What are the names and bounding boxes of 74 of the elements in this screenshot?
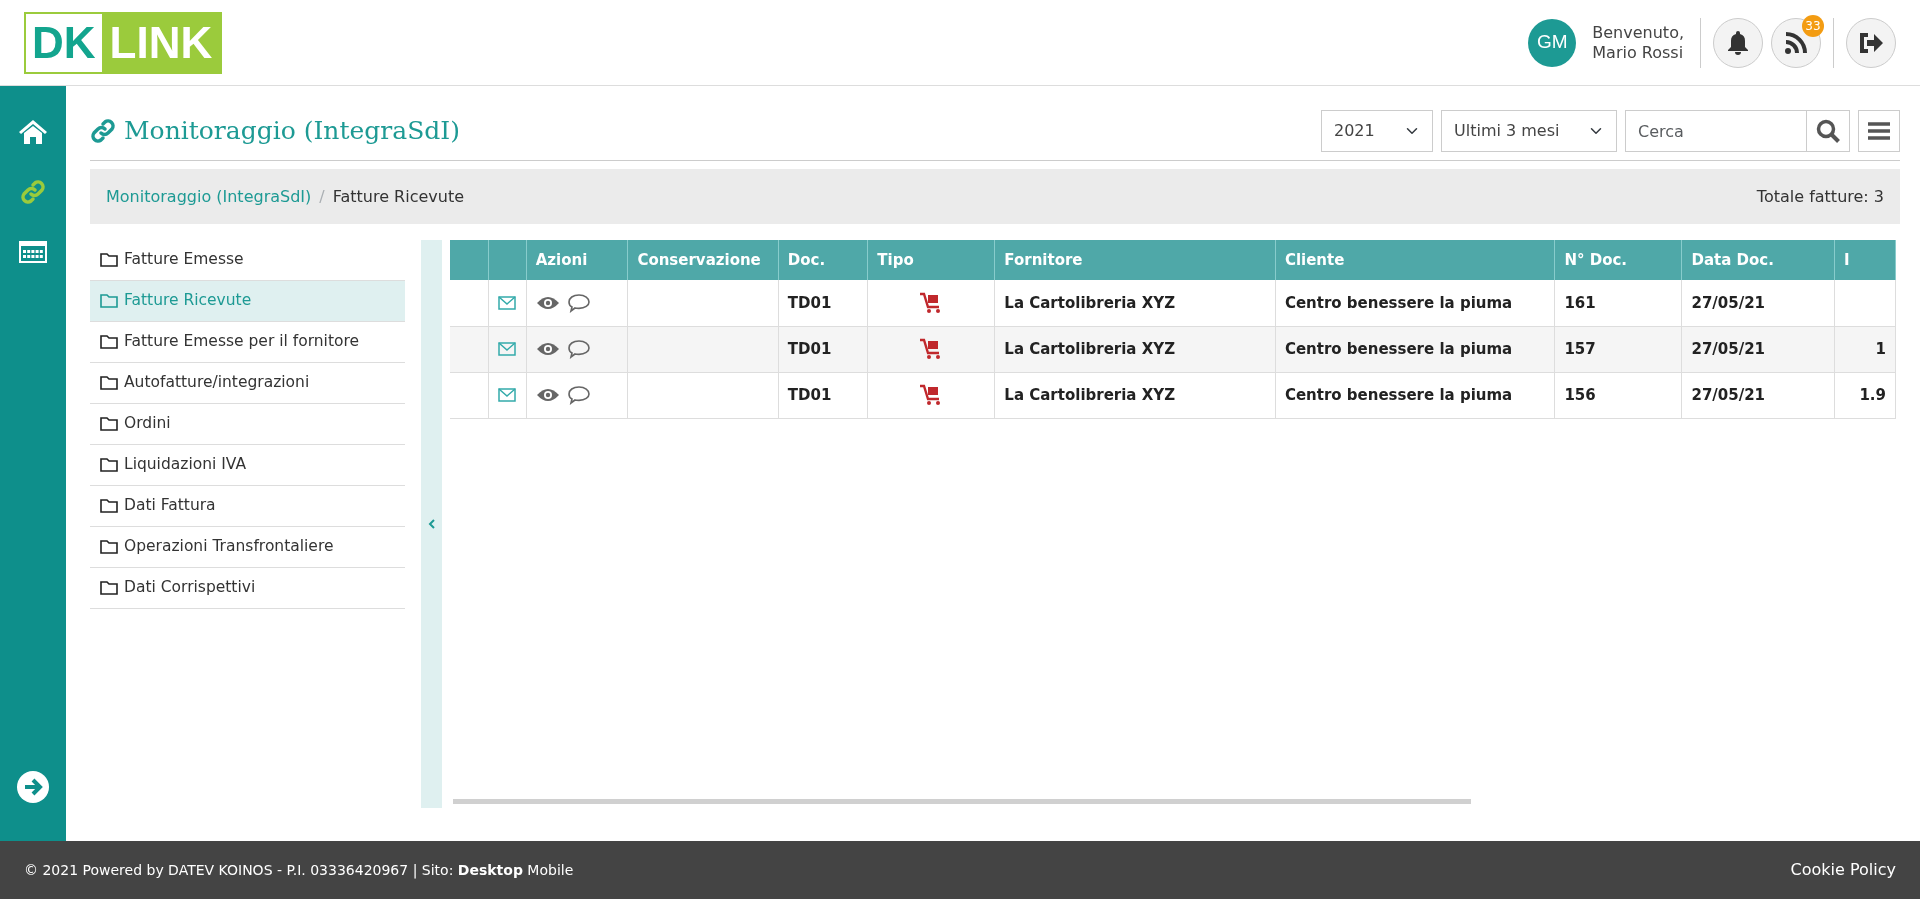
eye-icon: [535, 341, 560, 357]
column-header: Cliente: [1275, 240, 1555, 280]
speech-bubble-icon: [567, 385, 590, 405]
column-header: Data Doc.: [1681, 240, 1835, 280]
menu-icon: [1867, 121, 1891, 141]
menu-button[interactable]: [1858, 110, 1900, 152]
bell-button[interactable]: [1713, 17, 1763, 68]
breadcrumb-separator: /: [319, 185, 325, 208]
envelope-icon: [498, 388, 517, 403]
table-cell: La Cartolibreria XYZ: [994, 326, 1276, 372]
table-cell: Centro benessere la piuma: [1275, 280, 1555, 326]
search-field[interactable]: Cerca: [1625, 110, 1807, 152]
chevron-left-icon: [427, 518, 436, 530]
column-header: Azioni: [526, 240, 628, 280]
folder-icon: [100, 540, 118, 554]
column-header: Tipo: [867, 240, 995, 280]
breadcrumb-current: Fatture Ricevute: [332, 185, 464, 208]
link-icon: [20, 179, 46, 205]
avatar: GM: [1528, 18, 1577, 67]
notification-badge: 33: [1802, 14, 1824, 37]
table-cell: 1.9: [1834, 372, 1896, 418]
column-header: Fornitore: [994, 240, 1276, 280]
footer-text: © 2021 Powered by DATEV KOINOS - P.I. 03336420967 | Sito: Desktop Mobile: [24, 860, 574, 881]
page-title: Monitoraggio (IntegraSdI): [124, 116, 460, 146]
cookie-policy-link[interactable]: Cookie Policy: [1790, 858, 1896, 882]
folder-icon: [100, 253, 118, 267]
table-cell: 1: [1834, 326, 1896, 372]
column-header: N° Doc.: [1554, 240, 1682, 280]
speech-bubble-icon: [567, 292, 590, 313]
column-header: I: [1834, 240, 1896, 280]
logo: DK LINK: [24, 11, 223, 74]
bell-icon: [1726, 29, 1750, 56]
table-cell: La Cartolibreria XYZ: [994, 372, 1276, 418]
greeting-text: Benvenuto,: [1592, 22, 1684, 43]
column-header: Doc.: [778, 240, 868, 280]
eye-icon: [535, 387, 560, 403]
user-name: Mario Rossi: [1592, 42, 1684, 63]
logout-button[interactable]: [1846, 17, 1896, 68]
folder-icon: [100, 458, 118, 472]
table-cell: TD01: [778, 372, 868, 418]
table-cell: Centro benessere la piuma: [1275, 372, 1555, 418]
folder-icon: [100, 581, 118, 595]
envelope-icon: [498, 342, 517, 357]
link-icon: [90, 118, 116, 144]
folder-icon: [100, 499, 118, 513]
table-cell: 27/05/21: [1681, 280, 1835, 326]
table-cell: La Cartolibreria XYZ: [994, 280, 1276, 326]
table-cell: 156: [1554, 372, 1682, 418]
invoice-total: Totale fatture: 3: [1756, 185, 1884, 208]
search-icon: [1815, 118, 1841, 144]
search-button[interactable]: [1807, 110, 1850, 152]
year-select[interactable]: 2021: [1321, 110, 1433, 152]
table-cell: Centro benessere la piuma: [1275, 326, 1555, 372]
home-icon: [18, 119, 48, 145]
calendar-icon: [19, 241, 47, 263]
rss-icon: [1784, 30, 1808, 55]
column-header: Conservazione: [627, 240, 779, 280]
period-select[interactable]: Ultimi 3 mesi: [1441, 110, 1617, 152]
logout-icon: [1858, 30, 1884, 55]
arrow-right-icon: [16, 770, 50, 804]
table-cell: TD01: [778, 280, 868, 326]
folder-icon: [100, 376, 118, 390]
folder-icon: [100, 335, 118, 349]
envelope-icon: [498, 296, 517, 310]
table-cell: 27/05/21: [1681, 326, 1835, 372]
table-cell: TD01: [778, 326, 868, 372]
table-cell: 161: [1554, 280, 1682, 326]
folder-icon: [100, 417, 118, 431]
eye-icon: [535, 294, 560, 311]
table-cell: 157: [1554, 326, 1682, 372]
table-cell: 27/05/21: [1681, 372, 1835, 418]
folder-icon: [100, 294, 118, 308]
speech-bubble-icon: [567, 339, 590, 359]
horizontal-scrollbar[interactable]: [453, 799, 1471, 804]
